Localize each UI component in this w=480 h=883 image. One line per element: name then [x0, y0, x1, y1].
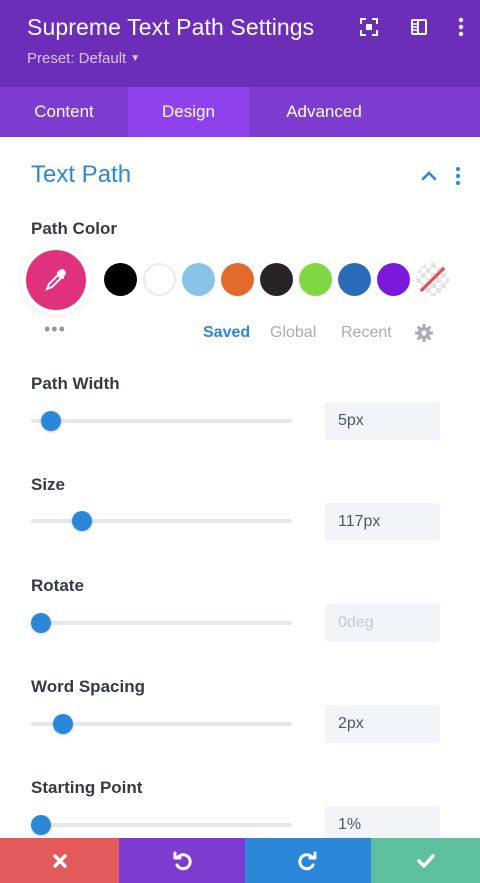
path-color-label: Path Color [31, 219, 117, 238]
starting-point-slider-thumb[interactable] [31, 815, 51, 835]
palette-tab-saved[interactable]: Saved [203, 324, 250, 342]
path-width-slider[interactable] [31, 419, 292, 423]
tab-content[interactable]: Content [0, 87, 128, 137]
word-spacing-input[interactable]: 2px [325, 705, 440, 743]
rotate-input[interactable]: 0deg [325, 604, 440, 642]
redo-icon [298, 851, 317, 870]
rotate-slider-thumb[interactable] [31, 613, 51, 633]
swatch-white[interactable] [143, 263, 176, 296]
gear-icon[interactable] [414, 323, 434, 343]
modal-title: Supreme Text Path Settings [27, 14, 315, 40]
swatch-orange[interactable] [221, 263, 254, 296]
word-spacing-label: Word Spacing [31, 677, 145, 696]
swatch-purple[interactable] [377, 263, 410, 296]
preset-selector[interactable]: Preset: Default ▼ [27, 50, 140, 67]
preset-label: Preset: Default [27, 50, 127, 67]
rotate-slider[interactable] [31, 621, 292, 625]
color-picker-button[interactable] [26, 250, 86, 310]
path-width-slider-thumb[interactable] [40, 411, 61, 431]
caret-down-icon: ▼ [130, 53, 141, 64]
save-button[interactable] [371, 838, 480, 883]
modal-header: Supreme Text Path Settings Preset: Defau… [0, 0, 480, 87]
starting-point-label: Starting Point [31, 778, 143, 797]
swatch-transparent[interactable] [416, 263, 449, 296]
more-colors-icon[interactable]: ••• [44, 319, 66, 340]
settings-panel: Text Path Path Color ••• Saved Global Re… [0, 137, 480, 844]
size-input[interactable]: 117px [325, 503, 440, 541]
section-title[interactable]: Text Path [31, 161, 131, 189]
section-more-icon[interactable] [448, 165, 468, 187]
palette-tab-recent[interactable]: Recent [341, 324, 392, 342]
settings-tabs: Content Design Advanced [0, 87, 480, 137]
swatch-light-blue[interactable] [182, 263, 215, 296]
path-width-label: Path Width [31, 374, 120, 393]
check-icon [416, 853, 435, 868]
swatch-black[interactable] [104, 263, 137, 296]
close-icon [52, 853, 67, 868]
size-slider[interactable] [31, 519, 292, 523]
undo-button[interactable] [119, 838, 245, 883]
tab-advanced[interactable]: Advanced [249, 87, 399, 137]
size-slider-thumb[interactable] [71, 511, 92, 531]
redo-button[interactable] [245, 838, 371, 883]
eyedropper-icon [45, 269, 66, 291]
swatch-blue[interactable] [338, 263, 371, 296]
swatch-dark[interactable] [260, 263, 293, 296]
modal-footer [0, 838, 480, 883]
swatch-green[interactable] [299, 263, 332, 296]
size-label: Size [31, 475, 66, 494]
rotate-label: Rotate [31, 576, 84, 595]
starting-point-slider[interactable] [31, 823, 292, 827]
tab-design[interactable]: Design [128, 87, 249, 137]
word-spacing-slider-thumb[interactable] [52, 714, 73, 734]
palette-tab-global[interactable]: Global [270, 324, 316, 342]
chevron-up-icon[interactable] [418, 165, 440, 187]
split-view-icon[interactable] [406, 14, 432, 40]
path-width-input[interactable]: 5px [325, 402, 440, 440]
more-vertical-icon[interactable] [448, 14, 474, 40]
undo-icon [173, 851, 192, 870]
fullscreen-icon[interactable] [356, 14, 382, 40]
discard-button[interactable] [0, 838, 119, 883]
